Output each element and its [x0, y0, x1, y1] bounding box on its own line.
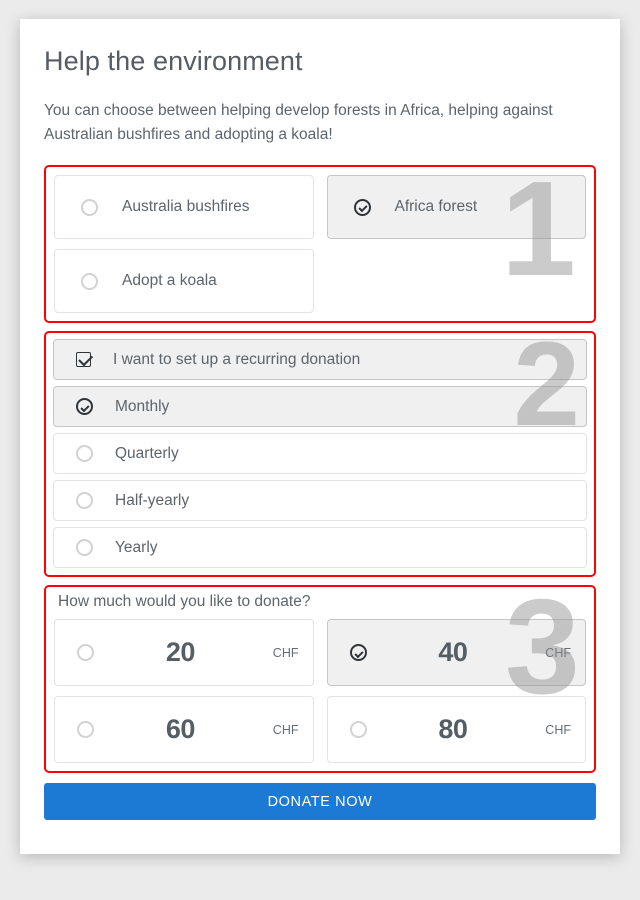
donation-card: Help the environment You can choose betw… [20, 19, 620, 854]
amount-value: 60 [165, 714, 196, 745]
radio-unselected-icon [76, 539, 93, 557]
radio-unselected-icon [349, 721, 367, 739]
amount-option-grid: 20 CHF 40 CHF 60 CHF 80 CHF [54, 619, 586, 764]
frequency-option-quarterly[interactable]: Quarterly [53, 433, 587, 475]
currency-label: CHF [272, 722, 299, 737]
radio-unselected-icon [76, 445, 93, 463]
amount-option-20[interactable]: 20 CHF [54, 619, 314, 687]
currency-label: CHF [545, 722, 571, 737]
radio-check-circle-icon [349, 644, 367, 662]
frequency-option-half-yearly[interactable]: Half-yearly [53, 480, 587, 522]
recurring-donation-checkbox-row[interactable]: I want to set up a recurring donation [53, 339, 587, 381]
radio-check-circle-icon [76, 398, 93, 416]
amount-value: 80 [438, 714, 468, 745]
cause-option-label: Australia bushfires [122, 198, 250, 216]
amount-value: 20 [165, 637, 196, 668]
page-title: Help the environment [44, 46, 303, 76]
page-root: Help the environment You can choose betw… [0, 0, 640, 900]
frequency-option-label: Half-yearly [115, 491, 190, 509]
amount-option-40[interactable]: 40 CHF [326, 619, 586, 687]
frequency-option-monthly[interactable]: Monthly [53, 386, 587, 428]
section-cause: 1 Australia bushfires Africa forest Adop… [44, 161, 596, 324]
section-recurrence: 2 I want to set up a recurring donation … [44, 324, 596, 578]
section-amount: 3 How much would you like to donate? 20 … [44, 579, 596, 774]
radio-unselected-icon [81, 198, 98, 216]
cause-option-africa-forest[interactable]: Africa forest [326, 175, 586, 240]
amount-value: 40 [438, 637, 468, 668]
card-content: Help the environment You can choose betw… [20, 19, 620, 821]
cause-option-label: Africa forest [394, 198, 478, 216]
donate-now-button[interactable]: DONATE NOW [44, 783, 596, 821]
frequency-option-label: Quarterly [115, 444, 179, 462]
cause-option-australia-bushfires[interactable]: Australia bushfires [54, 175, 314, 240]
radio-unselected-icon [76, 492, 93, 510]
frequency-option-label: Monthly [115, 397, 170, 415]
cause-option-grid: Australia bushfires Africa forest Adopt … [54, 175, 586, 314]
frequency-option-yearly[interactable]: Yearly [53, 527, 587, 569]
page-description: You can choose between helping develop f… [44, 102, 553, 144]
recurrence-option-list: I want to set up a recurring donation Mo… [53, 339, 587, 569]
frequency-option-label: Yearly [115, 538, 158, 556]
amount-option-60[interactable]: 60 CHF [54, 696, 314, 764]
radio-check-circle-icon [353, 198, 371, 216]
amount-option-80[interactable]: 80 CHF [326, 696, 586, 764]
currency-label: CHF [272, 645, 299, 660]
cause-option-adopt-a-koala[interactable]: Adopt a koala [54, 249, 314, 314]
currency-label: CHF [545, 645, 571, 660]
checkbox-checked-icon [76, 352, 91, 368]
radio-unselected-icon [81, 272, 98, 290]
recurring-donation-label: I want to set up a recurring donation [113, 350, 361, 368]
cause-option-label: Adopt a koala [122, 272, 217, 290]
amount-question-label: How much would you like to donate? [58, 593, 311, 611]
